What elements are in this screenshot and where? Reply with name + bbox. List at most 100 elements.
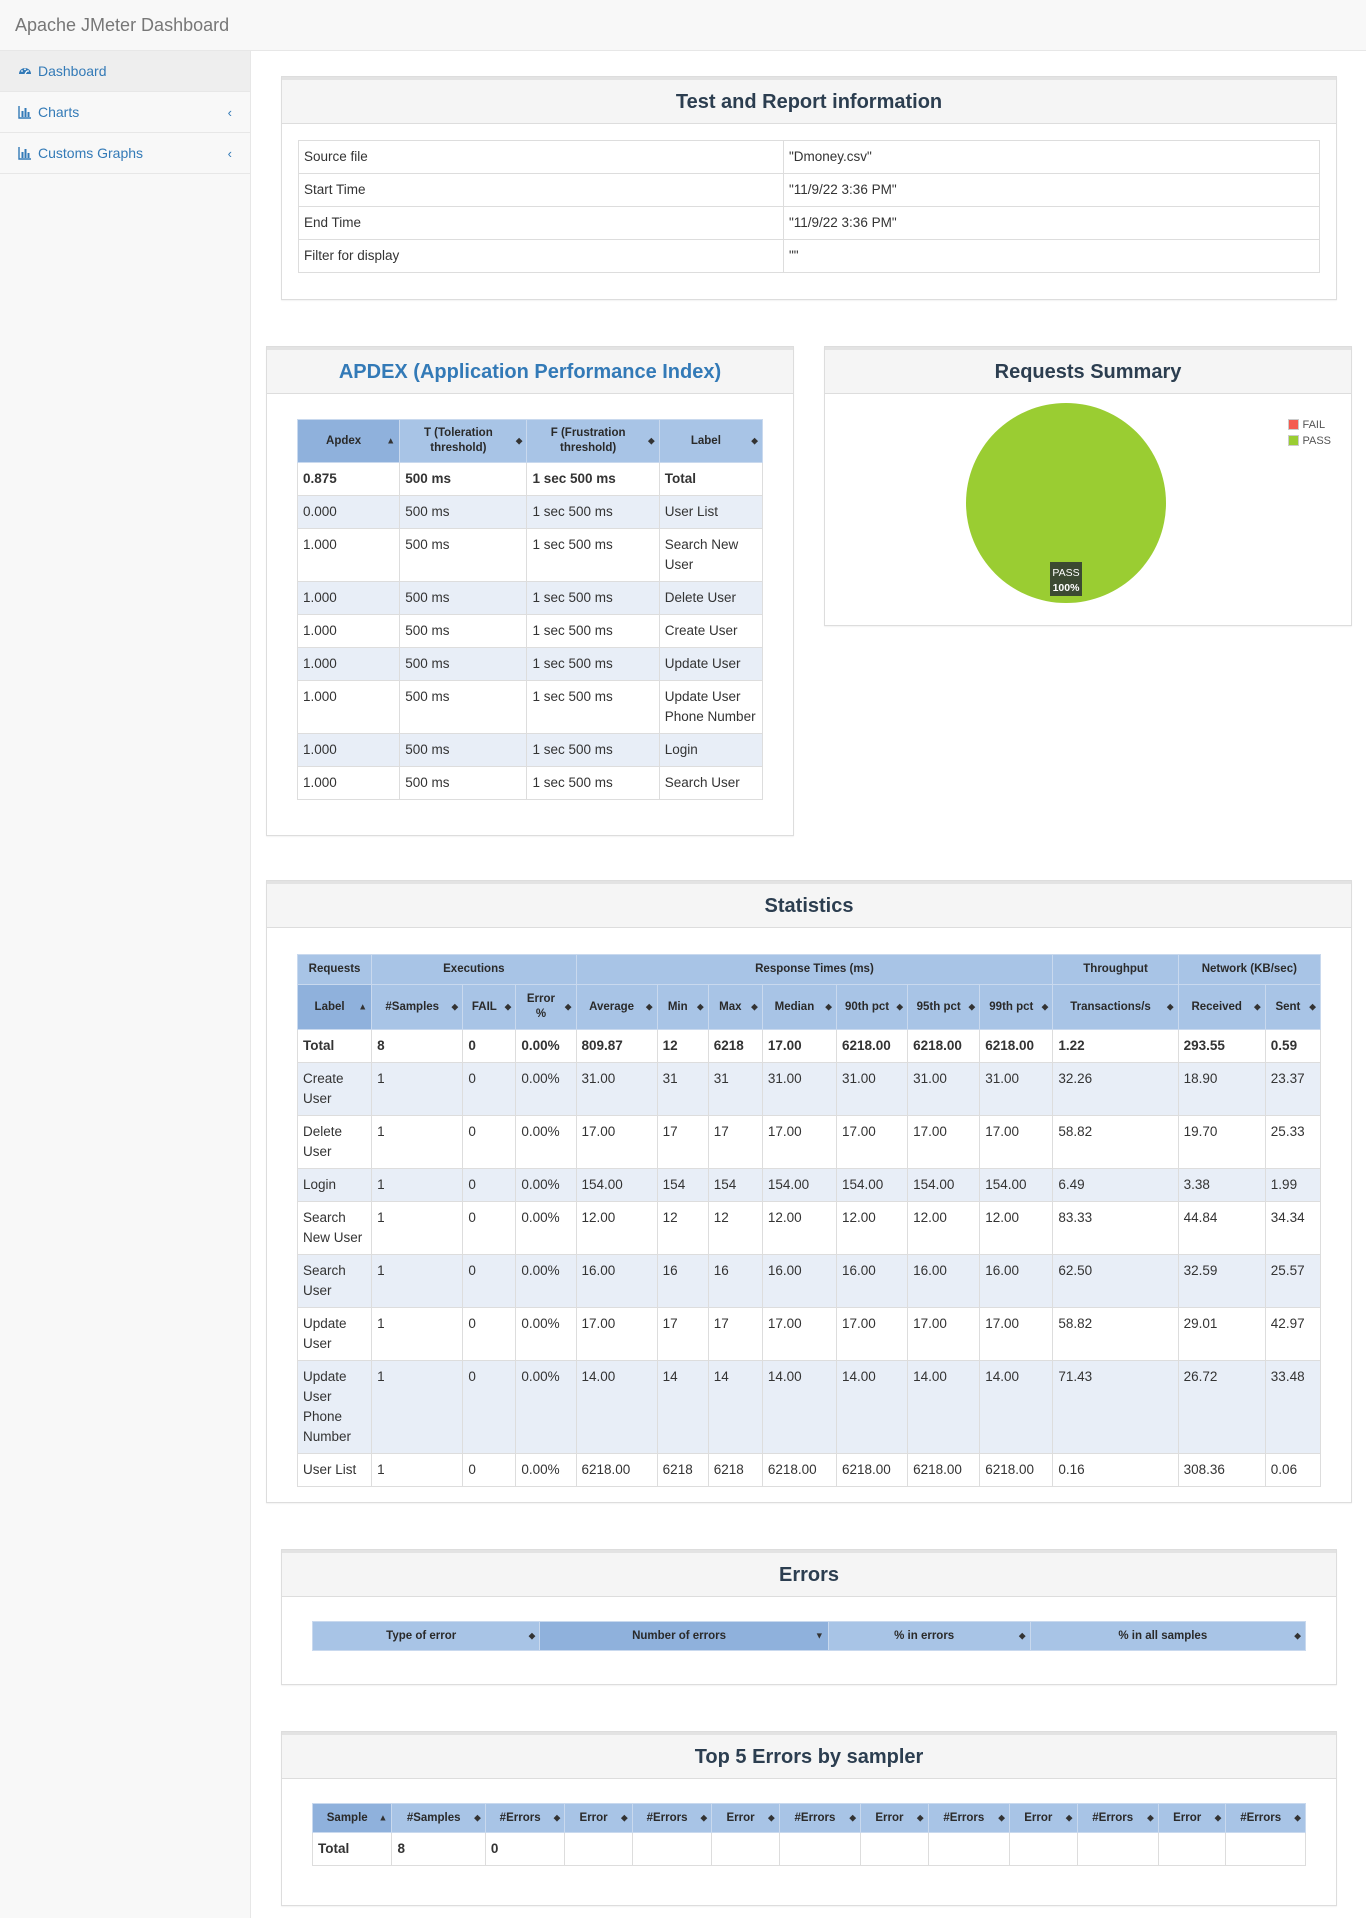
sidebar-item-customs-graphs[interactable]: Customs Graphs ‹ [0, 133, 250, 174]
apdex-cell: 1.000 [296, 528, 401, 582]
stats-header[interactable]: #Samples ◆ [371, 984, 464, 1030]
top5-header-label: Sample [326, 1811, 368, 1824]
stats-cell: 17.00 [761, 1029, 838, 1063]
stats-cell: 25.33 [1264, 1115, 1322, 1169]
stats-header[interactable]: Median ◆ [761, 984, 838, 1030]
stats-cell: 154.00 [907, 1168, 981, 1202]
errors-header[interactable]: Number of errors ▼ [539, 1621, 829, 1651]
top5-header[interactable]: Error ◆ [860, 1803, 929, 1833]
apdex-cell: 500 ms [399, 528, 528, 582]
stats-cell: 0.16 [1052, 1453, 1179, 1487]
chevron-left-icon[interactable]: ‹ [228, 146, 232, 161]
stats-header[interactable]: 95th pct ◆ [907, 984, 981, 1030]
stats-header[interactable]: Label ▲ [296, 984, 373, 1030]
bar-chart-icon [18, 147, 31, 160]
stats-cell: 31.00 [907, 1062, 981, 1116]
stats-cell: 17 [707, 1115, 763, 1169]
apdex-header-toleration[interactable]: T (Toleration threshold) ◆ [399, 419, 528, 463]
stats-header[interactable]: Average ◆ [575, 984, 658, 1030]
apdex-cell: 0.000 [296, 495, 401, 529]
statistics-panel: Statistics Requests Executions Response Ti… [266, 880, 1352, 1503]
apdex-header-label[interactable]: Label ◆ [658, 419, 764, 463]
info-title: Test and Report information [282, 77, 1336, 124]
stats-header[interactable]: Min ◆ [656, 984, 709, 1030]
errors-header[interactable]: Type of error ◆ [311, 1621, 541, 1651]
stats-header[interactable]: 99th pct ◆ [979, 984, 1054, 1030]
stats-cell: 1 [371, 1453, 464, 1487]
top5-header[interactable]: Error ◆ [564, 1803, 633, 1833]
top5-header[interactable]: #Errors ◆ [927, 1803, 1011, 1833]
stats-cell: 154 [656, 1168, 709, 1202]
stats-header[interactable]: 90th pct ◆ [835, 984, 909, 1030]
info-value: "" [782, 239, 1321, 273]
sort-icon: ◆ [896, 1001, 904, 1012]
info-key: End Time [298, 206, 784, 240]
apdex-cell: 500 ms [399, 614, 528, 648]
top5-cell [927, 1832, 1011, 1866]
stats-cell: 17.00 [907, 1115, 981, 1169]
stats-header[interactable]: Max ◆ [707, 984, 763, 1030]
errors-header[interactable]: % in all samples ◆ [1029, 1621, 1307, 1651]
slice-label-text: PASS [1052, 567, 1079, 579]
stats-header[interactable]: FAIL ◆ [462, 984, 517, 1030]
stats-cell: 17 [656, 1115, 709, 1169]
stats-header[interactable]: Transactions/s ◆ [1052, 984, 1179, 1030]
stats-cell: 6218.00 [979, 1453, 1054, 1487]
stats-cell: 6218 [707, 1029, 763, 1063]
apdex-header-frustration[interactable]: F (Frustration threshold) ◆ [526, 419, 660, 463]
stats-header[interactable]: Error % ◆ [515, 984, 577, 1030]
sort-icon: ◆ [1294, 1630, 1301, 1641]
top5-cell [1076, 1832, 1159, 1866]
stats-header-label: Min [667, 1000, 688, 1013]
top5-header[interactable]: #Errors ◆ [1076, 1803, 1159, 1833]
top5-header[interactable]: #Samples ◆ [391, 1803, 486, 1833]
stats-cell: 0 [462, 1115, 517, 1169]
top5-header-label: #Errors [1092, 1811, 1134, 1824]
stats-header-label: Max [719, 1000, 742, 1013]
chevron-left-icon[interactable]: ‹ [228, 105, 232, 120]
sidebar-item-charts[interactable]: Charts ‹ [0, 92, 250, 133]
errors-header[interactable]: % in errors ◆ [827, 1621, 1031, 1651]
top5-header[interactable]: Error ◆ [1157, 1803, 1227, 1833]
top5-header-label: #Errors [794, 1811, 836, 1824]
top5-header[interactable]: Error ◆ [1009, 1803, 1078, 1833]
stats-cell: 16.00 [761, 1254, 838, 1308]
top5-header-label: Error [1024, 1811, 1053, 1824]
stats-header-label: Median [774, 1000, 815, 1013]
top-navbar: Apache JMeter Dashboard [0, 0, 1366, 51]
stats-cell: 0.06 [1264, 1453, 1322, 1487]
stats-cell: 0 [462, 1254, 517, 1308]
apdex-row: 1.000 500 ms 1 sec 500 ms Search New User [296, 528, 764, 582]
top5-cell: 8 [391, 1832, 486, 1866]
stats-cell: 18.90 [1177, 1062, 1266, 1116]
top5-row: Total 8 0 [311, 1832, 1306, 1866]
stats-cell: 154.00 [835, 1168, 909, 1202]
top5-header-label: #Errors [943, 1811, 985, 1824]
top5-header[interactable]: #Errors ◆ [631, 1803, 713, 1833]
statistics-table: Requests Executions Response Times (ms) Thr… [296, 954, 1322, 1487]
apdex-cell: 1 sec 500 ms [526, 680, 660, 734]
stats-header-label: Transactions/s [1070, 1000, 1151, 1013]
stats-cell: 12 [707, 1201, 763, 1255]
stats-cell: User List [296, 1453, 373, 1487]
top5-header-label: Error [726, 1811, 755, 1824]
stats-cell: 17.00 [979, 1115, 1054, 1169]
stats-header[interactable]: Sent ◆ [1264, 984, 1322, 1030]
stats-row: Delete User 1 0 0.00% 17.00 17 17 17.00 17.00 17.… [296, 1115, 1322, 1169]
top5-header[interactable]: #Errors ◆ [778, 1803, 862, 1833]
app-title[interactable]: Apache JMeter Dashboard [15, 15, 229, 36]
top5-header[interactable]: Error ◆ [711, 1803, 780, 1833]
stats-cell: 17.00 [979, 1307, 1054, 1361]
stats-cell: 6218.00 [979, 1029, 1054, 1063]
stats-header[interactable]: Received ◆ [1177, 984, 1266, 1030]
sidebar-item-dashboard[interactable]: Dashboard [0, 51, 250, 92]
top5-header[interactable]: #Errors ◆ [1225, 1803, 1306, 1833]
apdex-header-apdex[interactable]: Apdex ▲ [296, 419, 401, 463]
apdex-cell: 1 sec 500 ms [526, 495, 660, 529]
stats-cell: 33.48 [1264, 1360, 1322, 1454]
stats-cell: 16 [707, 1254, 763, 1308]
top5-header[interactable]: #Errors ◆ [484, 1803, 566, 1833]
stats-cell: 26.72 [1177, 1360, 1266, 1454]
top5-header[interactable]: Sample ▲ [311, 1803, 393, 1833]
stats-cell: 0 [462, 1201, 517, 1255]
